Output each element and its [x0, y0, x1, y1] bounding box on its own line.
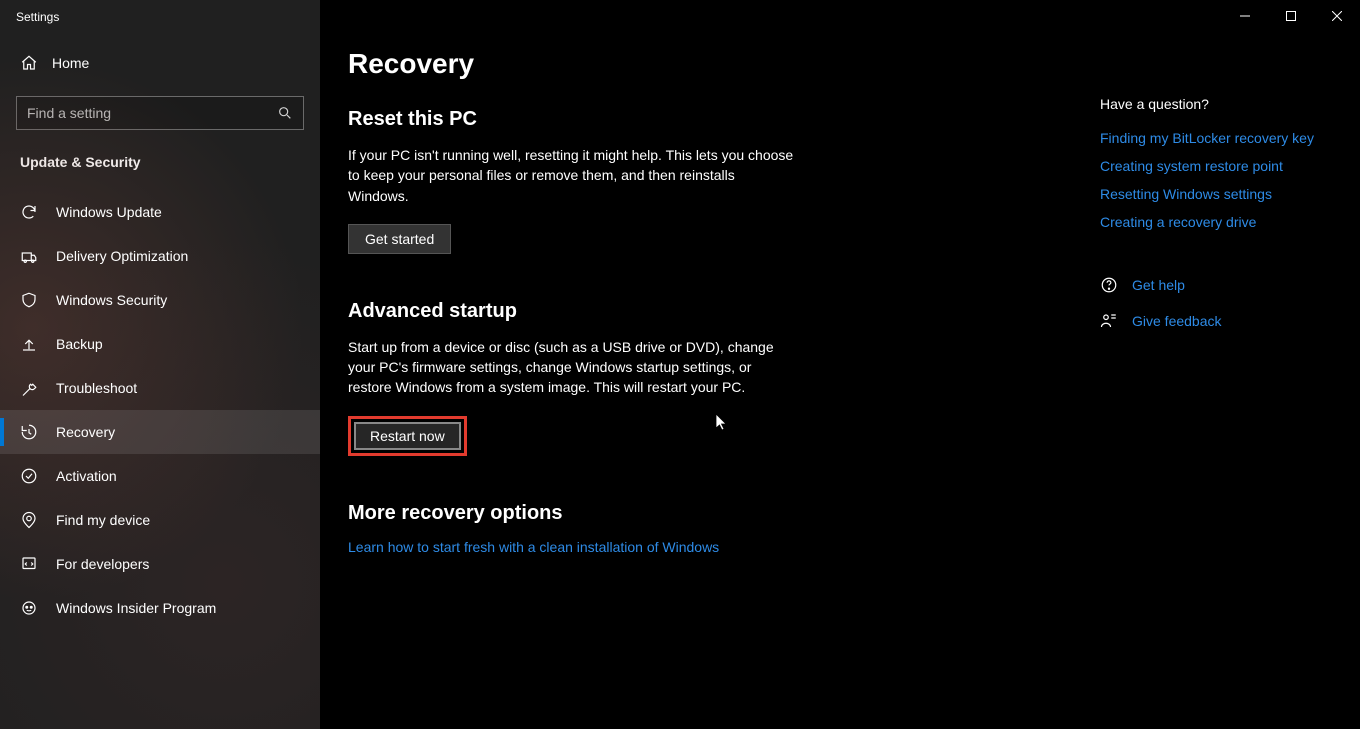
sidebar-item-label: Backup [56, 336, 103, 352]
help-link-bitlocker[interactable]: Finding my BitLocker recovery key [1100, 130, 1340, 146]
sidebar-item-for-developers[interactable]: For developers [0, 542, 320, 586]
minimize-button[interactable] [1222, 0, 1268, 32]
sidebar-item-troubleshoot[interactable]: Troubleshoot [0, 366, 320, 410]
restart-now-button[interactable]: Restart now [354, 422, 461, 450]
advanced-startup-title: Advanced startup [348, 300, 1020, 323]
window-title: Settings [0, 0, 320, 44]
sidebar-item-label: Windows Update [56, 204, 162, 220]
have-a-question-label: Have a question? [1100, 96, 1340, 112]
wrench-icon [20, 379, 38, 397]
sidebar-item-label: Recovery [56, 424, 115, 440]
feedback-icon [1100, 312, 1118, 330]
home-label: Home [52, 55, 89, 71]
maximize-button[interactable] [1268, 0, 1314, 32]
window-controls [1222, 0, 1360, 32]
sidebar-item-delivery-optimization[interactable]: Delivery Optimization [0, 234, 320, 278]
help-link-recovery-drive[interactable]: Creating a recovery drive [1100, 214, 1340, 230]
sidebar-section-title: Update & Security [0, 154, 320, 190]
main-column: Recovery Reset this PC If your PC isn't … [320, 0, 1020, 729]
reset-pc-title: Reset this PC [348, 108, 1020, 131]
search-icon [277, 105, 293, 121]
sidebar-item-windows-security[interactable]: Windows Security [0, 278, 320, 322]
restart-highlight-box: Restart now [348, 416, 467, 456]
help-icon [1100, 276, 1118, 294]
sidebar-item-backup[interactable]: Backup [0, 322, 320, 366]
help-link-reset-settings[interactable]: Resetting Windows settings [1100, 186, 1340, 202]
backup-icon [20, 335, 38, 353]
more-recovery-title: More recovery options [348, 502, 1020, 525]
cursor-icon [715, 413, 729, 431]
page-title: Recovery [348, 48, 1020, 80]
sidebar-item-activation[interactable]: Activation [0, 454, 320, 498]
sidebar: Settings Home Update & Security Windows … [0, 0, 320, 729]
sidebar-item-label: For developers [56, 556, 149, 572]
developer-icon [20, 555, 38, 573]
get-started-button[interactable]: Get started [348, 224, 451, 254]
get-help-link[interactable]: Get help [1100, 276, 1340, 294]
close-button[interactable] [1314, 0, 1360, 32]
search-box[interactable] [16, 96, 304, 130]
sidebar-item-recovery[interactable]: Recovery [0, 410, 320, 454]
home-icon [20, 54, 38, 72]
fresh-install-link[interactable]: Learn how to start fresh with a clean in… [348, 539, 719, 555]
help-link-restore-point[interactable]: Creating system restore point [1100, 158, 1340, 174]
sidebar-item-label: Windows Insider Program [56, 600, 216, 616]
reset-pc-desc: If your PC isn't running well, resetting… [348, 145, 798, 206]
sync-icon [20, 203, 38, 221]
sidebar-item-windows-insider[interactable]: Windows Insider Program [0, 586, 320, 630]
settings-window: Settings Home Update & Security Windows … [0, 0, 1360, 729]
recovery-icon [20, 423, 38, 441]
advanced-startup-desc: Start up from a device or disc (such as … [348, 337, 798, 398]
home-nav[interactable]: Home [0, 44, 320, 82]
sidebar-nav-list: Windows Update Delivery Optimization Win… [0, 190, 320, 630]
give-feedback-label: Give feedback [1132, 313, 1222, 329]
sidebar-item-label: Activation [56, 468, 117, 484]
shield-icon [20, 291, 38, 309]
content-area: Recovery Reset this PC If your PC isn't … [320, 0, 1360, 729]
right-panel: Have a question? Finding my BitLocker re… [1100, 96, 1340, 330]
sidebar-item-label: Delivery Optimization [56, 248, 188, 264]
give-feedback-link[interactable]: Give feedback [1100, 312, 1340, 330]
sidebar-item-find-my-device[interactable]: Find my device [0, 498, 320, 542]
location-icon [20, 511, 38, 529]
insider-icon [20, 599, 38, 617]
get-help-label: Get help [1132, 277, 1185, 293]
search-input[interactable] [27, 105, 277, 121]
sidebar-item-windows-update[interactable]: Windows Update [0, 190, 320, 234]
check-circle-icon [20, 467, 38, 485]
delivery-icon [20, 247, 38, 265]
sidebar-item-label: Windows Security [56, 292, 167, 308]
sidebar-item-label: Troubleshoot [56, 380, 137, 396]
sidebar-item-label: Find my device [56, 512, 150, 528]
